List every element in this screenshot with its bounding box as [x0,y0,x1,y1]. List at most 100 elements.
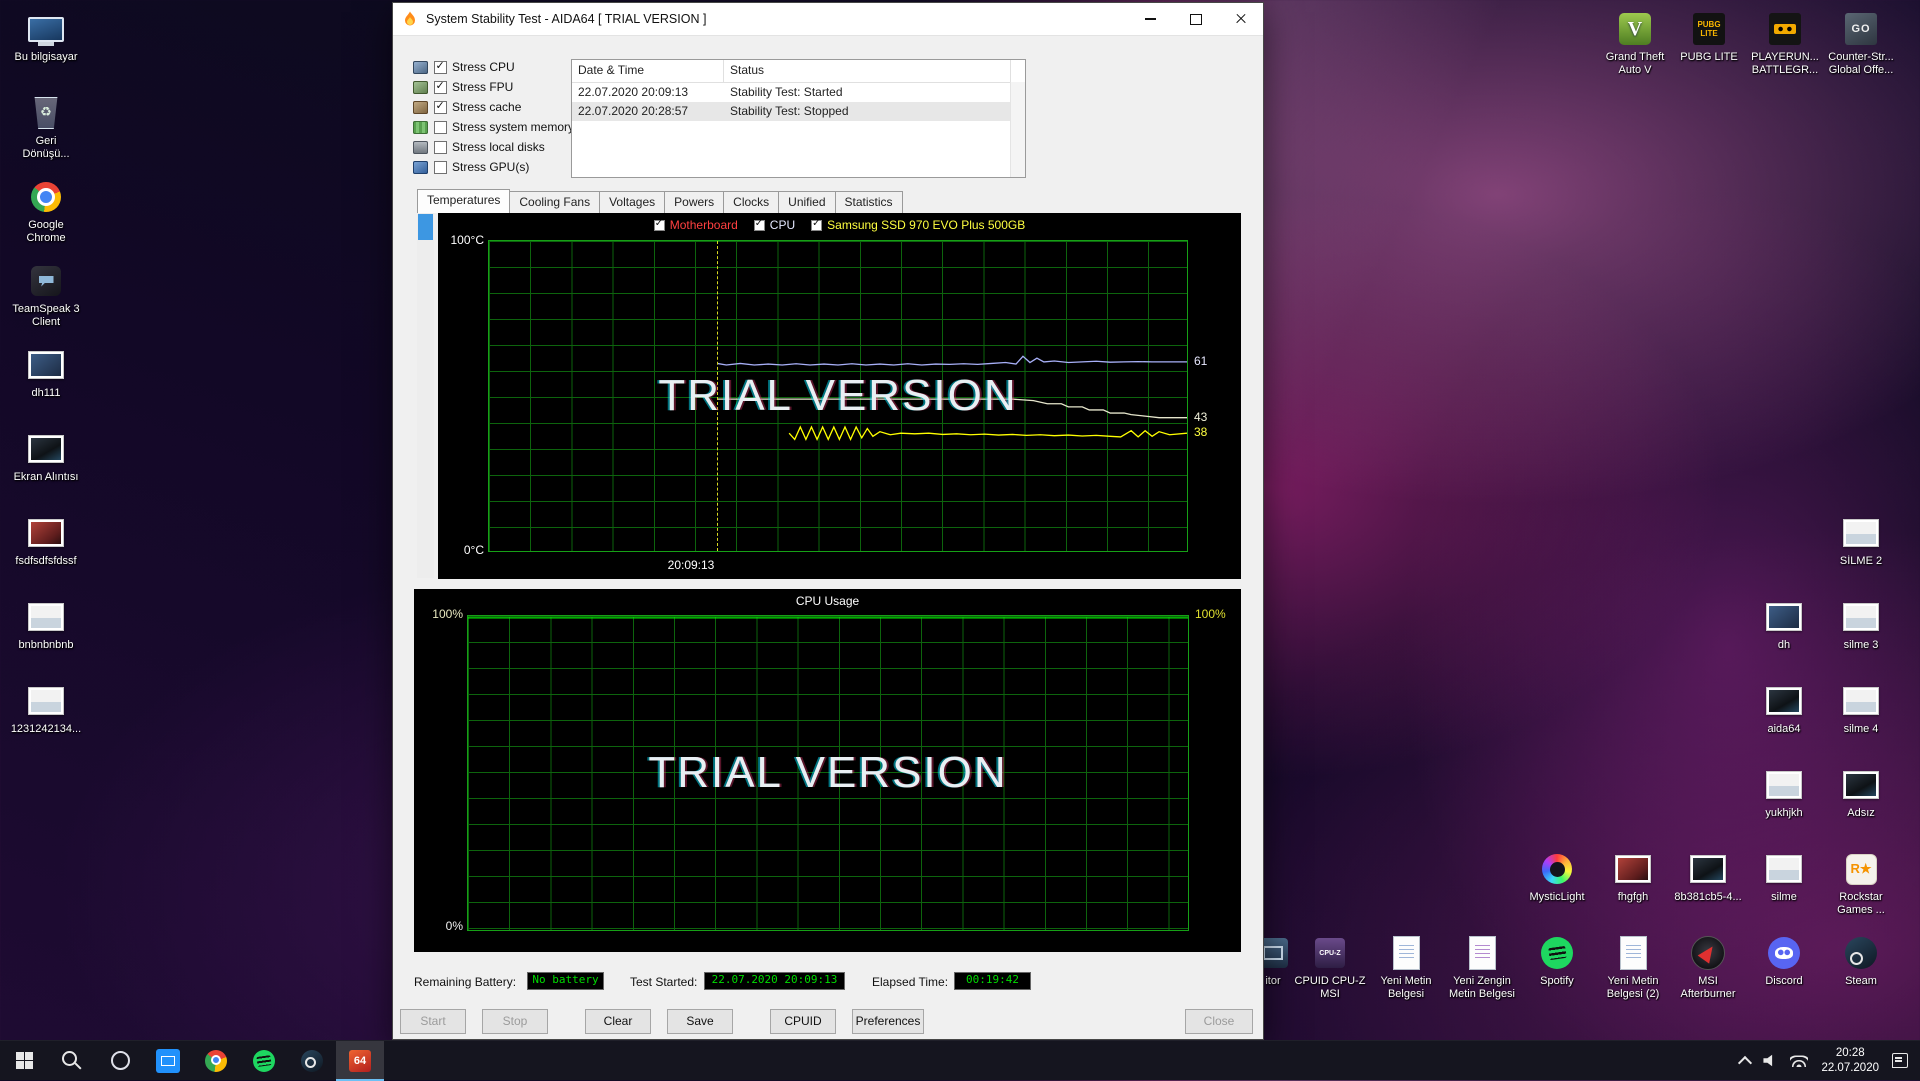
titlebar[interactable]: System Stability Test - AIDA64 [ TRIAL V… [393,3,1263,36]
clear-button[interactable]: Clear [585,1009,651,1034]
desktop-icon-silme-4[interactable]: silme 4 [1823,682,1899,736]
icon-label: TeamSpeak 3 Client [8,303,84,329]
icon-label: MSI Afterburner [1670,975,1746,1001]
close-button[interactable]: Close [1185,1009,1253,1034]
desktop-icon-yeni-zengin-metin[interactable]: Yeni Zengin Metin Belgesi [1444,934,1520,1001]
minimize-button[interactable] [1128,3,1173,35]
desktop-icon-fhgfgh[interactable]: fhgfgh [1595,850,1671,904]
stress-cpu-checkbox[interactable] [434,61,447,74]
log-row-1[interactable]: 22.07.2020 20:28:57 Stability Test: Stop… [572,102,1025,121]
notifications-button[interactable] [1892,1053,1908,1068]
stress-cache-row[interactable]: Stress cache [413,97,574,117]
desktop-icon-adsiz[interactable]: Adsız [1823,766,1899,820]
volume-icon[interactable] [1763,1054,1777,1067]
image-file-icon [1842,682,1880,720]
stop-button[interactable]: Stop [482,1009,548,1034]
tab-powers[interactable]: Powers [664,191,724,213]
log-row-0[interactable]: 22.07.2020 20:09:13 Stability Test: Star… [572,83,1025,102]
desktop-icon-discord[interactable]: Discord [1746,934,1822,988]
titlebar-close-button[interactable] [1218,3,1263,35]
legend-checkbox-ssd[interactable] [811,220,822,231]
desktop-icon-recycle-bin[interactable]: Geri Dönüşü... [8,94,84,161]
taskbar-app-mail[interactable] [144,1041,192,1081]
icon-label: aida64 [1746,723,1822,736]
taskbar-app-chrome[interactable] [192,1041,240,1081]
tab-voltages[interactable]: Voltages [599,191,665,213]
test-log-table[interactable]: Date & Time Status 22.07.2020 20:09:13 S… [571,59,1026,178]
stress-disks-checkbox[interactable] [434,141,447,154]
tab-unified[interactable]: Unified [778,191,835,213]
desktop-icon-this-pc[interactable]: Bu bilgisayar [8,10,84,64]
save-button[interactable]: Save [667,1009,733,1034]
desktop-icon-yeni-metin-2[interactable]: Yeni Metin Belgesi (2) [1595,934,1671,1001]
icon-label: Spotify [1519,975,1595,988]
stress-cache-checkbox[interactable] [434,101,447,114]
icon-label: Ekran Alıntısı [8,471,84,484]
desktop-icon-steam[interactable]: Steam [1823,934,1899,988]
desktop-icon-msi-afterburner[interactable]: MSI Afterburner [1670,934,1746,1001]
desktop-icon-mysticlight[interactable]: MysticLight [1519,850,1595,904]
column-header-status[interactable]: Status [724,60,1011,82]
desktop-icon-yeni-metin[interactable]: Yeni Metin Belgesi [1368,934,1444,1001]
taskbar-app-steam[interactable] [288,1041,336,1081]
desktop-icon-silme[interactable]: silme [1746,850,1822,904]
network-icon[interactable] [1790,1055,1808,1067]
legend-checkbox-cpu[interactable] [754,220,765,231]
maximize-button[interactable] [1173,3,1218,35]
desktop-icon-cpuz[interactable]: CPUID CPU-Z MSI [1292,934,1368,1001]
tab-statistics[interactable]: Statistics [835,191,903,213]
legend-checkbox-motherboard[interactable] [654,220,665,231]
desktop-icon-dh111[interactable]: dh111 [8,346,84,400]
desktop-icon-pubg[interactable]: PLAYERUN... BATTLEGR... [1747,10,1823,77]
stress-fpu-row[interactable]: Stress FPU [413,77,574,97]
start-menu-button[interactable] [0,1041,48,1081]
taskbar-clock[interactable]: 20:28 22.07.2020 [1821,1046,1879,1075]
cpuid-button[interactable]: CPUID [770,1009,836,1034]
cortana-button[interactable] [96,1041,144,1081]
stress-cpu-row[interactable]: Stress CPU [413,57,574,77]
preferences-button[interactable]: Preferences [852,1009,924,1034]
stress-disks-row[interactable]: Stress local disks [413,137,574,157]
desktop-icon-csgo[interactable]: Counter-Str... Global Offe... [1823,10,1899,77]
icon-label: PLAYERUN... BATTLEGR... [1747,51,1823,77]
legend-item-ssd: Samsung SSD 970 EVO Plus 500GB [811,218,1025,232]
log-scrollbar[interactable] [1010,82,1025,177]
taskbar-app-spotify[interactable] [240,1041,288,1081]
desktop-icon-ekran-alintisi[interactable]: Ekran Alıntısı [8,430,84,484]
image-file-icon [27,682,65,720]
desktop-icon-pubg-lite[interactable]: PUBG LITE [1671,10,1747,64]
temperature-graph: Motherboard CPU Samsung SSD 970 EVO Plus… [438,213,1241,579]
graph-scrollbar[interactable] [417,213,434,578]
desktop-icon-dh[interactable]: dh [1746,598,1822,652]
desktop-icon-8b381cb5[interactable]: 8b381cb5-4... [1670,850,1746,904]
desktop-icon-chrome[interactable]: Google Chrome [8,178,84,245]
tab-temperatures[interactable]: Temperatures [417,189,510,213]
desktop-icon-spotify[interactable]: Spotify [1519,934,1595,988]
desktop-icon-silme-2[interactable]: SİLME 2 [1823,514,1899,568]
stress-options: Stress CPU Stress FPU Stress cache Stres… [413,57,574,177]
tab-clocks[interactable]: Clocks [723,191,779,213]
show-hidden-icons-button[interactable] [1738,1055,1752,1069]
desktop-icon-silme-3[interactable]: silme 3 [1823,598,1899,652]
taskbar-app-aida64[interactable] [336,1041,384,1081]
start-button[interactable]: Start [400,1009,466,1034]
desktop-icon-1231242134[interactable]: 1231242134... [8,682,84,736]
graph-scrollbar-thumb[interactable] [418,214,433,240]
desktop-icon-teamspeak[interactable]: TeamSpeak 3 Client [8,262,84,329]
desktop[interactable]: Bu bilgisayar Geri Dönüşü... Google Chro… [0,0,1920,1080]
desktop-icon-bnbnbnbnb[interactable]: bnbnbnbnb [8,598,84,652]
stress-memory-row[interactable]: Stress system memory [413,117,574,137]
desktop-icon-gta5[interactable]: Grand Theft Auto V [1597,10,1673,77]
stress-gpu-checkbox[interactable] [434,161,447,174]
stress-fpu-checkbox[interactable] [434,81,447,94]
desktop-icon-rockstar[interactable]: Rockstar Games ... [1823,850,1899,917]
column-header-datetime[interactable]: Date & Time [572,60,724,82]
taskbar-search-button[interactable] [48,1041,96,1081]
stress-memory-checkbox[interactable] [434,121,447,134]
stress-gpu-row[interactable]: Stress GPU(s) [413,157,574,177]
trial-watermark: TRIAL VERSION [658,371,1017,421]
desktop-icon-aida64-file[interactable]: aida64 [1746,682,1822,736]
desktop-icon-yukhjkh[interactable]: yukhjkh [1746,766,1822,820]
desktop-icon-fsdfsdfsfdssf[interactable]: fsdfsdfsfdssf [8,514,84,568]
tab-cooling-fans[interactable]: Cooling Fans [509,191,600,213]
